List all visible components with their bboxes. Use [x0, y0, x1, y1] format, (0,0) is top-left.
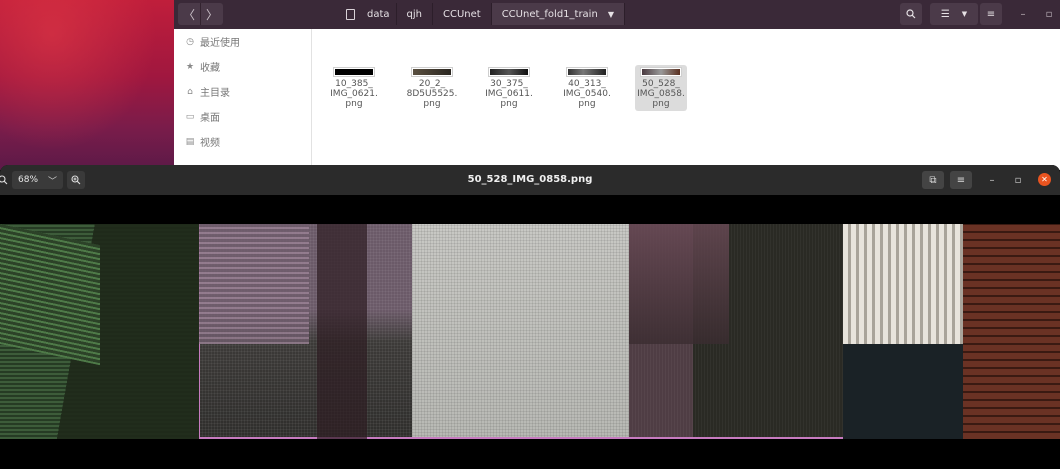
file-name-line: 30_375_ [490, 79, 528, 89]
sidebar: ◷ 最近使用 ★ 收藏 ⌂ 主目录 ▭ 桌面 ▤ 视频 [174, 29, 312, 170]
file-item[interactable]: 10_385_ IMG_0621. png [328, 65, 380, 111]
file-thumbnail [334, 68, 374, 76]
file-name-line: png [578, 99, 596, 109]
image-canvas[interactable] [0, 195, 1060, 469]
file-name-line: png [500, 99, 518, 109]
chevron-right-icon: 〉 [205, 7, 218, 22]
chevron-down-icon: ▼ [961, 10, 968, 18]
minimize-icon: – [1020, 8, 1026, 20]
file-name-line: png [652, 99, 670, 109]
drive-icon [346, 8, 355, 20]
image-viewer-headerbar: 68% ﹀ 50_528_IMG_0858.png ⧉ ≡ – ▫ ✕ [0, 165, 1060, 195]
image-viewer-window: 68% ﹀ 50_528_IMG_0858.png ⧉ ≡ – ▫ ✕ [0, 165, 1060, 469]
file-name-line: 50_528_ [642, 79, 680, 89]
file-item[interactable]: 30_375_ IMG_0611. png [483, 65, 535, 111]
navigation-buttons: 〈 〉 [178, 3, 223, 25]
breadcrumb: data qjh CCUnet CCUnet_fold1_train ▼ [338, 3, 625, 25]
sidebar-item-starred[interactable]: ★ 收藏 [174, 54, 311, 79]
hamburger-menu-icon: ≡ [986, 8, 996, 20]
breadcrumb-label: qjh [406, 8, 422, 20]
hamburger-menu-icon: ≡ [956, 174, 966, 186]
file-grid: 10_385_ IMG_0621. png 20_2_ 8D5U5525. pn… [312, 29, 1060, 170]
breadcrumb-ccunet-fold1-train[interactable]: CCUnet_fold1_train ▼ [491, 3, 625, 25]
fullscreen-button[interactable]: ⧉ [922, 171, 944, 189]
chevron-down-icon: ▼ [607, 9, 614, 19]
image-panel-1 [0, 224, 199, 439]
wall-shadow-shape [843, 344, 963, 439]
file-name-line: IMG_0540. [563, 89, 611, 99]
search-button[interactable] [900, 3, 922, 25]
desktop-wallpaper [0, 0, 174, 170]
maximize-icon: ▫ [1014, 174, 1022, 186]
fullscreen-icon: ⧉ [929, 174, 937, 186]
file-name-line: 20_2_ [418, 79, 446, 89]
breadcrumb-label: CCUnet [443, 8, 481, 20]
sidebar-item-label: 主目录 [200, 88, 230, 99]
sidebar-item-videos[interactable]: ▤ 视频 [174, 129, 311, 154]
file-thumbnail [567, 68, 607, 76]
sidebar-item-label: 桌面 [200, 113, 220, 124]
menu-button[interactable]: ≡ [980, 3, 1002, 25]
sidebar-item-label: 视频 [200, 138, 220, 149]
home-icon: ⌂ [187, 86, 193, 97]
clock-icon: ◷ [186, 36, 194, 47]
file-thumbnail [412, 68, 452, 76]
view-options-button[interactable]: ☰ ▼ [930, 3, 978, 25]
file-manager-window: 〈 〉 data qjh CCUnet CCUnet_fold1_train ▼… [174, 0, 1060, 170]
file-name-line: png [423, 99, 441, 109]
menu-button[interactable]: ≡ [950, 171, 972, 189]
forward-button[interactable]: 〉 [201, 3, 223, 25]
chevron-left-icon: 〈 [182, 7, 195, 22]
video-icon: ▤ [185, 136, 195, 147]
window-blinds-shape [0, 224, 100, 366]
file-name-line: 10_385_ [335, 79, 373, 89]
sidebar-item-label: 最近使用 [200, 38, 240, 49]
file-item[interactable]: 50_528_ IMG_0858. png [635, 65, 687, 111]
file-name-line: IMG_0858. [637, 89, 685, 99]
image-panel-5 [843, 224, 1060, 439]
back-button[interactable]: 〈 [178, 3, 201, 25]
file-item[interactable]: 40_313_ IMG_0540. png [561, 65, 613, 111]
desktop-icon: ▭ [185, 111, 195, 122]
star-icon: ★ [185, 61, 195, 72]
file-item[interactable]: 20_2_ 8D5U5525. png [406, 65, 458, 111]
wall-shadow-shape [317, 224, 367, 439]
maximize-icon: ▫ [1045, 8, 1053, 20]
image-panel-2 [199, 224, 412, 439]
image-panel-3 [412, 224, 629, 439]
list-view-icon: ☰ [940, 8, 950, 20]
close-button[interactable]: ✕ [1038, 173, 1051, 186]
sidebar-item-desktop[interactable]: ▭ 桌面 [174, 104, 311, 129]
sidebar-item-label: 收藏 [200, 63, 220, 74]
breadcrumb-ccunet[interactable]: CCUnet [433, 3, 492, 25]
window-title: 50_528_IMG_0858.png [467, 174, 593, 185]
sidebar-item-recent[interactable]: ◷ 最近使用 [174, 29, 311, 54]
image-panel-4 [629, 224, 843, 439]
breadcrumb-label: CCUnet_fold1_train [501, 8, 598, 20]
close-icon: ✕ [1041, 175, 1048, 184]
window-blinds-shape [843, 224, 963, 344]
file-name-line: IMG_0621. [330, 89, 378, 99]
window-shape [199, 224, 309, 344]
maximize-button[interactable]: ▫ [1009, 171, 1027, 189]
file-name-line: IMG_0611. [485, 89, 533, 99]
breadcrumb-label: data [367, 8, 390, 20]
minimize-button[interactable]: – [983, 171, 1001, 189]
breadcrumb-qjh[interactable]: qjh [397, 3, 433, 25]
maximize-button[interactable]: ▫ [1040, 3, 1058, 25]
file-thumbnail [641, 68, 681, 76]
breadcrumb-data[interactable]: data [338, 3, 397, 25]
file-manager-headerbar: 〈 〉 data qjh CCUnet CCUnet_fold1_train ▼… [174, 0, 1060, 29]
sidebar-item-home[interactable]: ⌂ 主目录 [174, 79, 311, 104]
file-name-line: png [345, 99, 363, 109]
file-name-line: 40_313_ [568, 79, 606, 89]
minimize-button[interactable]: – [1014, 3, 1032, 25]
file-thumbnail [489, 68, 529, 76]
minimize-icon: – [989, 174, 995, 186]
window-shape [629, 224, 729, 344]
file-name-line: 8D5U5525. [406, 89, 458, 99]
search-icon [906, 9, 916, 19]
